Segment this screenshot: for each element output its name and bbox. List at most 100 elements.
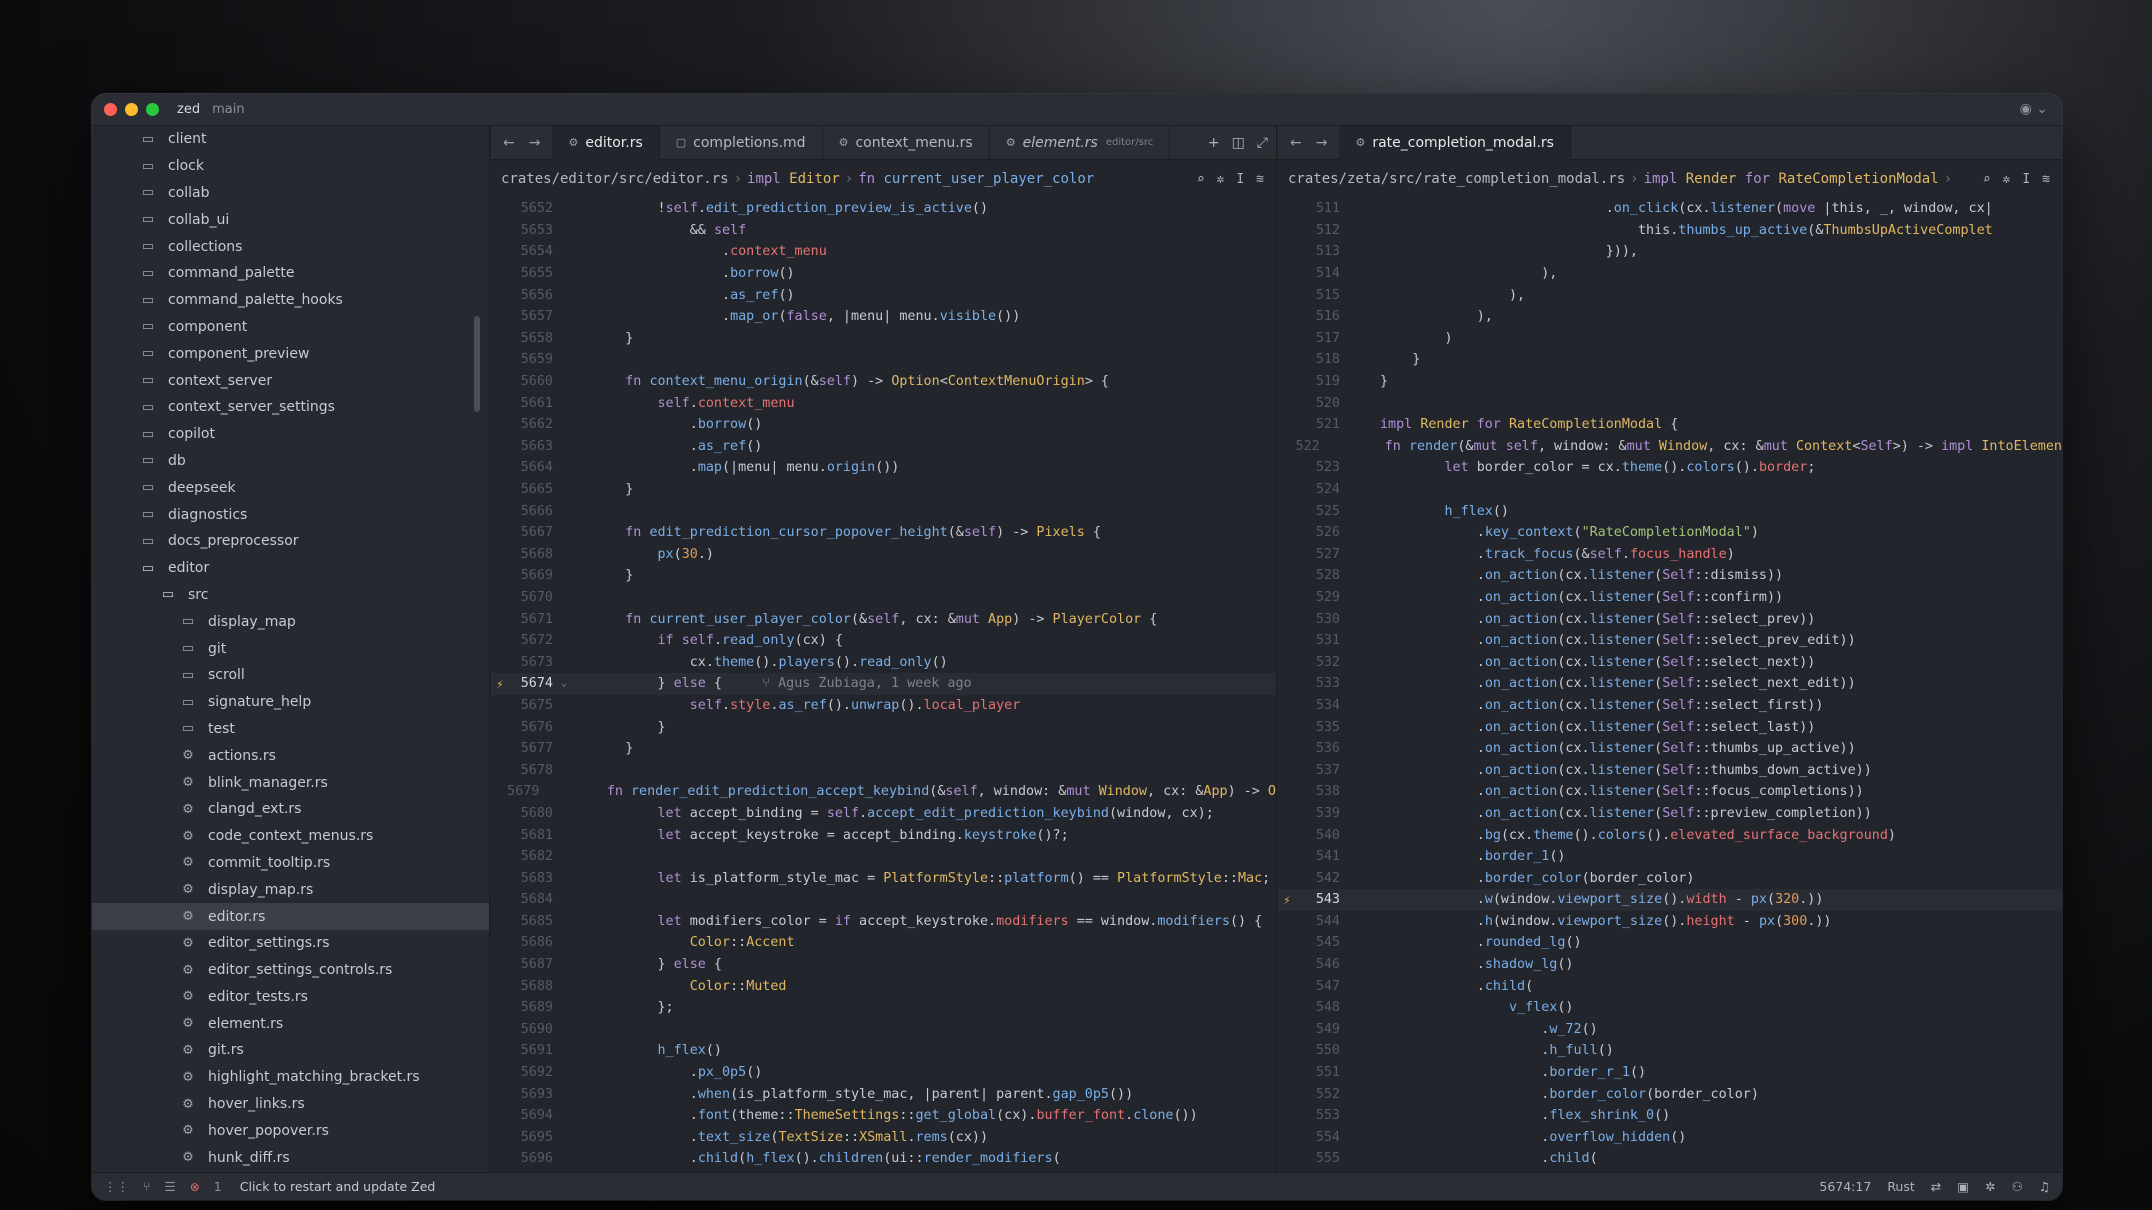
cursor-position[interactable]: 5674:17 bbox=[1819, 1179, 1871, 1194]
close-window-button[interactable] bbox=[104, 103, 117, 116]
search-icon[interactable]: ⌕ bbox=[1197, 172, 1205, 187]
code-line[interactable]: 5661 self.context_menu bbox=[491, 392, 1276, 414]
code-line[interactable]: 551 .border_r_1() bbox=[1278, 1062, 2062, 1084]
tree-item[interactable]: ▭ db bbox=[92, 448, 489, 475]
tree-item[interactable]: ▭ signature_help bbox=[92, 689, 489, 716]
cursor-icon[interactable]: I bbox=[2022, 172, 2030, 187]
code-line[interactable]: 5683 let is_platform_style_mac = Platfor… bbox=[491, 867, 1276, 889]
code-line[interactable]: 5678 bbox=[491, 759, 1276, 781]
tab[interactable]: ⚙ context_menu.rs bbox=[823, 126, 990, 160]
tree-item[interactable]: ⚙ editor.rs bbox=[92, 903, 489, 930]
code-line[interactable]: 528 .on_action(cx.listener(Self::dismiss… bbox=[1278, 565, 2062, 587]
code-line[interactable]: 538 .on_action(cx.listener(Self::focus_c… bbox=[1278, 781, 2062, 803]
code-line[interactable]: 526 .key_context("RateCompletionModal") bbox=[1278, 522, 2062, 544]
git-panel-icon[interactable]: ⑂ bbox=[143, 1179, 151, 1194]
code-line[interactable]: 5653 && self bbox=[491, 220, 1276, 242]
code-line[interactable]: 539 .on_action(cx.listener(Self::preview… bbox=[1278, 803, 2062, 825]
go-forward-icon[interactable]: → bbox=[529, 135, 541, 151]
code-line[interactable]: 515 ), bbox=[1278, 284, 2062, 306]
code-line[interactable]: 5680 let accept_binding = self.accept_ed… bbox=[491, 803, 1276, 825]
code-line[interactable]: 5690 bbox=[491, 1019, 1276, 1041]
tree-item[interactable]: ▭ collab_ui bbox=[92, 206, 489, 233]
tree-item[interactable]: ▭ component bbox=[92, 314, 489, 341]
code-line[interactable]: 540 .bg(cx.theme().colors().elevated_sur… bbox=[1278, 824, 2062, 846]
tree-item[interactable]: ▭ collections bbox=[92, 233, 489, 260]
code-line[interactable]: 5669 } bbox=[491, 565, 1276, 587]
code-line[interactable]: 5695 .text_size(TextSize::XSmall.rems(cx… bbox=[491, 1127, 1276, 1149]
code-line[interactable]: 5676 } bbox=[491, 716, 1276, 738]
code-line[interactable]: 5656 .as_ref() bbox=[491, 284, 1276, 306]
code-line[interactable]: 553 .flex_shrink_0() bbox=[1278, 1105, 2062, 1127]
code-line[interactable]: 536 .on_action(cx.listener(Self::thumbs_… bbox=[1278, 738, 2062, 760]
code-line[interactable]: 513 })), bbox=[1278, 241, 2062, 263]
code-line[interactable]: 5660 fn context_menu_origin(&self) -> Op… bbox=[491, 371, 1276, 393]
terminal-icon[interactable]: ▣ bbox=[1957, 1179, 1969, 1194]
code-line[interactable]: 519} bbox=[1278, 371, 2062, 393]
code-line[interactable]: 5681 let accept_keystroke = accept_bindi… bbox=[491, 824, 1276, 846]
code-line[interactable]: 545 .rounded_lg() bbox=[1278, 932, 2062, 954]
code-line[interactable]: 533 .on_action(cx.listener(Self::select_… bbox=[1278, 673, 2062, 695]
code-line[interactable]: 529 .on_action(cx.listener(Self::confirm… bbox=[1278, 587, 2062, 609]
project-panel-toggle-icon[interactable]: ⋮⋮ bbox=[104, 1179, 129, 1194]
tree-item[interactable]: ▭ deepseek bbox=[92, 474, 489, 501]
code-line[interactable]: 521 impl Render for RateCompletionModal { bbox=[1278, 414, 2062, 436]
tree-item[interactable]: ⚙ element.rs bbox=[92, 1010, 489, 1037]
tree-item[interactable]: ▭ client bbox=[92, 126, 489, 153]
tab[interactable]: ⚙ rate_completion_modal.rs bbox=[1339, 126, 1571, 160]
code-line[interactable]: 527 .track_focus(&self.focus_handle) bbox=[1278, 544, 2062, 566]
code-line[interactable]: 512 this.thumbs_up_active(&ThumbsUpActiv… bbox=[1278, 220, 2062, 242]
code-line[interactable]: 5654 .context_menu bbox=[491, 241, 1276, 263]
code-line[interactable]: 523 let border_color = cx.theme().colors… bbox=[1278, 457, 2062, 479]
go-back-icon[interactable]: ← bbox=[503, 135, 515, 151]
tab[interactable]: ⚙ element.rs editor/src bbox=[990, 126, 1171, 160]
code-line[interactable]: 541 .border_1() bbox=[1278, 846, 2062, 868]
code-line[interactable]: 537 .on_action(cx.listener(Self::thumbs_… bbox=[1278, 759, 2062, 781]
inline-git-blame[interactable]: ⑂ Agus Zubiaga, 1 week ago bbox=[762, 676, 972, 691]
code-line[interactable]: 5685 let modifiers_color = if accept_key… bbox=[491, 911, 1276, 933]
notifications-icon[interactable]: ♫ bbox=[2039, 1179, 2050, 1194]
project-panel-scrollbar[interactable] bbox=[474, 316, 480, 412]
code-line[interactable]: 5684 bbox=[491, 889, 1276, 911]
code-line[interactable]: 5657 .map_or(false, |menu| menu.visible(… bbox=[491, 306, 1276, 328]
zoom-window-button[interactable] bbox=[146, 103, 159, 116]
code-line[interactable]: ⚡ 5674 ⌄ } else {⑂ Agus Zubiaga, 1 week ag… bbox=[491, 673, 1276, 695]
code-line[interactable]: 514 ), bbox=[1278, 263, 2062, 285]
code-line[interactable]: 5671 fn current_user_player_color(&self,… bbox=[491, 608, 1276, 630]
tree-item[interactable]: ▭ context_server bbox=[92, 367, 489, 394]
code-line[interactable]: 5694 .font(theme::ThemeSettings::get_glo… bbox=[491, 1105, 1276, 1127]
code-line[interactable]: 5655 .borrow() bbox=[491, 263, 1276, 285]
code-line[interactable]: 5670 bbox=[491, 587, 1276, 609]
code-line[interactable]: 5667 fn edit_prediction_cursor_popover_h… bbox=[491, 522, 1276, 544]
tree-item[interactable]: ⚙ display_map.rs bbox=[92, 876, 489, 903]
code-line[interactable]: 511 .on_click(cx.listener(move |this, _,… bbox=[1278, 198, 2062, 220]
code-line[interactable]: 5677 } bbox=[491, 738, 1276, 760]
code-line[interactable]: 542 .border_color(border_color) bbox=[1278, 867, 2062, 889]
tree-item[interactable]: ▭ git bbox=[92, 635, 489, 662]
code-line[interactable]: 516 ), bbox=[1278, 306, 2062, 328]
tree-item[interactable]: ▭ command_palette bbox=[92, 260, 489, 287]
tree-item[interactable]: ▭ src bbox=[92, 582, 489, 609]
editor-settings-icon[interactable]: ≋ bbox=[1256, 172, 1264, 187]
code-line[interactable]: 5692 .px_0p5() bbox=[491, 1062, 1276, 1084]
split-pane-icon[interactable]: ◫ bbox=[1232, 135, 1245, 151]
code-line[interactable]: 524 bbox=[1278, 479, 2062, 501]
code-line[interactable]: 5663 .as_ref() bbox=[491, 436, 1276, 458]
tree-item[interactable]: ▭ scroll bbox=[92, 662, 489, 689]
tree-item[interactable]: ▭ copilot bbox=[92, 421, 489, 448]
code-line[interactable]: 517 ) bbox=[1278, 328, 2062, 350]
code-line[interactable]: 552 .border_color(border_color) bbox=[1278, 1083, 2062, 1105]
maximize-icon[interactable]: ⤢ bbox=[1257, 135, 1268, 151]
tree-item[interactable]: ⚙ git.rs bbox=[92, 1037, 489, 1064]
code-line[interactable]: 5675 self.style.as_ref().unwrap().local_… bbox=[491, 695, 1276, 717]
error-icon[interactable]: ⊗ bbox=[190, 1180, 200, 1194]
tab[interactable]: ▢ completions.md bbox=[660, 126, 823, 160]
tree-item[interactable]: ⚙ highlight_matching_bracket.rs bbox=[92, 1064, 489, 1091]
language-selector[interactable]: Rust bbox=[1887, 1179, 1914, 1194]
code-line[interactable]: 544 .h(window.viewport_size().height - p… bbox=[1278, 911, 2062, 933]
code-line[interactable]: 554 .overflow_hidden() bbox=[1278, 1127, 2062, 1149]
tree-item[interactable]: ⚙ editor_settings_controls.rs bbox=[92, 957, 489, 984]
tree-item[interactable]: ▭ diagnostics bbox=[92, 501, 489, 528]
code-line[interactable]: 525 h_flex() bbox=[1278, 500, 2062, 522]
edit-prediction-icon[interactable]: ⇄ bbox=[1931, 1179, 1941, 1194]
tree-item[interactable]: ▭ collab bbox=[92, 180, 489, 207]
